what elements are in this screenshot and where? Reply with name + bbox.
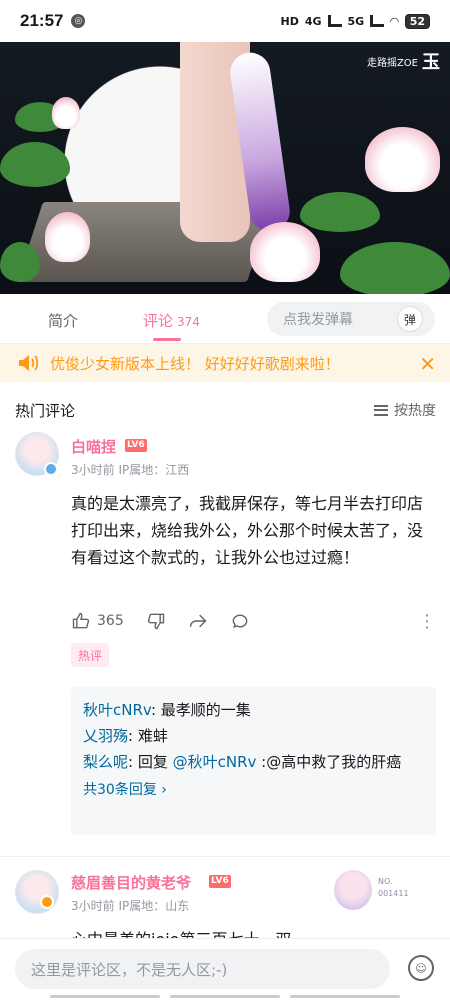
status-icons: HD 4G 5G ◠ 52 (280, 13, 430, 29)
emoji-icon[interactable]: ☺ (408, 955, 434, 981)
hot-comment-tag: 热评 (71, 643, 110, 667)
comment-input-placeholder: 这里是评论区，不是无人区;-) (31, 960, 228, 979)
watermark-logo: 玉 (422, 52, 440, 73)
thumbs-down-icon (147, 613, 164, 630)
leaf-shape (0, 142, 70, 187)
level-badge: LV6 (125, 439, 147, 452)
tab-intro[interactable]: 简介 (48, 310, 78, 331)
comment-username[interactable]: 慈眉善目的黄老爷 (71, 872, 191, 893)
leaf-shape (0, 242, 40, 282)
sort-icon (374, 404, 388, 416)
comment-count: 374 (177, 315, 200, 329)
comment-meta: 3小时前 IP属地：江西 (71, 463, 190, 477)
status-time: 21:57 (20, 11, 64, 30)
comment-input[interactable]: 这里是评论区，不是无人区;-) (15, 949, 390, 989)
avatar[interactable] (15, 870, 59, 914)
verified-badge-icon (44, 462, 58, 476)
comment-text: 真的是太漂亮了，我截屏保存，等七月半去打印店打印出来，烧给我外公，外公那个时候太… (71, 494, 424, 567)
status-bar: 21:57 ◎ HD 4G 5G ◠ 52 (0, 0, 450, 42)
sort-label: 按热度 (394, 403, 436, 419)
fan-badge-no-label: NO. (378, 877, 393, 886)
level-badge: LV6 (209, 875, 231, 888)
video-watermark: 走路摇ZOE 玉 (367, 48, 440, 74)
watermark-text: 走路摇ZOE (366, 57, 418, 69)
like-button[interactable]: 365 (71, 611, 124, 631)
danmaku-placeholder: 点我发弹幕 (283, 312, 353, 328)
speaker-icon (19, 355, 39, 371)
comment-actions: 365 ⋮ (71, 608, 436, 634)
leaf-shape (340, 242, 450, 294)
network-4g: 4G (304, 14, 322, 28)
lotus-shape (52, 97, 80, 129)
reply-text-continued: :@高中救了我的肝癌 (256, 753, 402, 771)
reply-mention[interactable]: @秋叶cNRv (173, 753, 257, 771)
more-options-icon[interactable]: ⋮ (418, 611, 436, 632)
hd-icon: HD (280, 14, 299, 28)
leaf-shape (300, 192, 380, 232)
bottom-comment-bar: 这里是评论区，不是无人区;-) ☺ (0, 938, 450, 1000)
notice-text: 优俊少女新版本上线！ 好好好好歌剧来啦！ (50, 354, 340, 373)
notice-banner[interactable]: 优俊少女新版本上线！ 好好好好歌剧来啦！ ✕ (0, 344, 450, 382)
reply-username[interactable]: 梨么呢 (83, 753, 128, 771)
reply-preview[interactable]: 秋叶cNRv: 最孝顺的一集 乂羽殇: 难蚌 梨么呢: 回复 @秋叶cNRv :… (71, 687, 436, 835)
reply-text: : 难蚌 (128, 727, 168, 745)
lotus-shape (45, 212, 90, 262)
lotus-shape (250, 222, 320, 282)
reply-username[interactable]: 秋叶cNRv (83, 701, 151, 719)
share-button[interactable] (188, 611, 208, 631)
wifi-icon: ◠ (390, 14, 399, 28)
sort-button[interactable]: 按热度 (374, 400, 436, 420)
comment-username[interactable]: 白喵捏 (71, 436, 116, 457)
tab-comments[interactable]: 评论 374 (143, 310, 200, 331)
thumbs-up-icon (72, 612, 90, 629)
network-5g: 5G (347, 14, 365, 28)
signal-icon-2 (370, 15, 385, 27)
hot-comments-header: 热门评论 按热度 (0, 392, 450, 428)
reply-item[interactable]: 乂羽殇: 难蚌 (83, 723, 424, 749)
tab-underline (153, 338, 181, 341)
reply-item[interactable]: 梨么呢: 回复 @秋叶cNRv :@高中救了我的肝癌 (83, 749, 424, 775)
lotus-shape (365, 127, 440, 192)
comment-meta: 3小时前 IP属地：山东 (71, 899, 190, 913)
comment-bubble-icon (232, 614, 248, 628)
reply-item[interactable]: 秋叶cNRv: 最孝顺的一集 (83, 697, 424, 723)
reply-button[interactable] (230, 611, 250, 631)
nav-indicator (50, 995, 400, 998)
fan-badge-image (334, 870, 372, 910)
tab-comments-label: 评论 (143, 312, 174, 330)
notification-icon: ◎ (71, 14, 86, 28)
vip-badge-icon (40, 895, 54, 909)
fan-badge[interactable]: NO. 001411 (332, 870, 436, 910)
video-player[interactable]: 走路摇ZOE 玉 (0, 42, 450, 294)
comment-divider (0, 856, 450, 857)
share-icon (189, 614, 207, 628)
close-icon[interactable]: ✕ (419, 352, 436, 376)
fan-badge-no-value: 001411 (378, 889, 409, 898)
hot-comments-title: 热门评论 (15, 401, 76, 420)
reply-text: : 回复 (128, 753, 173, 771)
danmaku-input[interactable]: 点我发弹幕 弹 (267, 302, 435, 336)
danmaku-toggle-button[interactable]: 弹 (397, 306, 423, 332)
fan-badge-number: NO. 001411 (378, 876, 409, 900)
like-count: 365 (97, 613, 124, 629)
battery-icon: 52 (404, 13, 430, 29)
reply-username[interactable]: 乂羽殇 (83, 727, 128, 745)
dislike-button[interactable] (146, 611, 166, 631)
reply-text: : 最孝顺的一集 (150, 701, 251, 719)
signal-icon (327, 15, 342, 27)
view-all-replies-link[interactable]: 共30条回复 › (83, 777, 424, 803)
